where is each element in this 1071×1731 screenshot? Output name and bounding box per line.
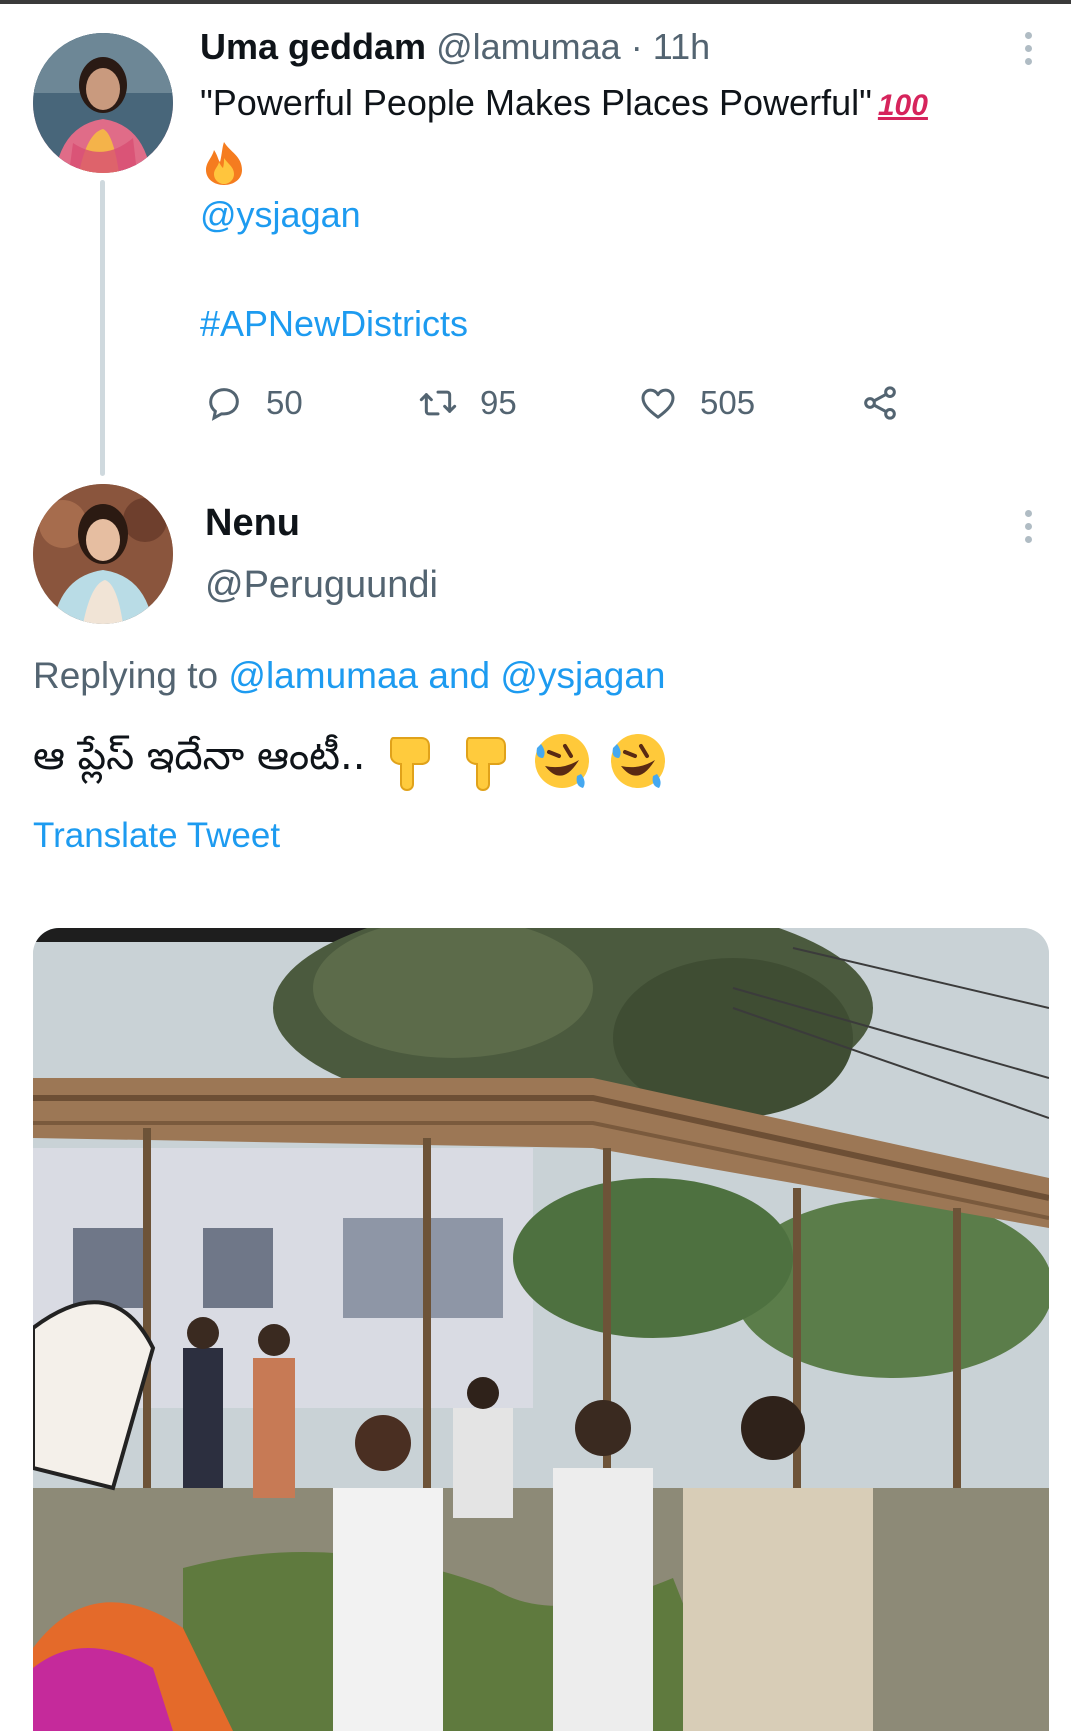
replying-mention-lamumaa[interactable]: @lamumaa [228, 655, 418, 696]
mention-link[interactable]: @ysjagan [200, 194, 361, 236]
top-border [0, 0, 1071, 4]
rolling-laughing-emoji-icon [531, 730, 593, 792]
like-button[interactable]: 505 [638, 378, 755, 428]
like-count: 505 [700, 384, 756, 421]
attached-photo[interactable] [33, 928, 1049, 1731]
author-name[interactable]: Uma geddam [200, 26, 426, 67]
tweet-text: "Powerful People Makes Places Powerful" 1… [200, 82, 928, 124]
tweet-header: Uma geddam @lamumaa · 11h [200, 26, 710, 68]
hashtag-link[interactable]: #APNewDistricts [200, 303, 468, 345]
replying-prefix: Replying to [33, 655, 219, 696]
retweet-button[interactable]: 95 [418, 378, 517, 428]
rolling-laughing-emoji-icon [607, 730, 669, 792]
replying-mention-ysjagan[interactable]: @ysjagan [500, 655, 665, 696]
reply-count: 50 [266, 384, 303, 421]
share-icon [864, 386, 896, 420]
tweet-quote: "Powerful People Makes Places Powerful" [200, 82, 872, 123]
avatar-nenu[interactable] [33, 484, 173, 624]
pointing-down-emoji-icon [379, 730, 441, 792]
reply-author-name[interactable]: Nenu [205, 502, 300, 545]
author-handle[interactable]: @lamumaa [436, 26, 621, 67]
reply-author-handle[interactable]: @Peruguundi [205, 564, 438, 607]
more-options-icon[interactable] [1022, 510, 1034, 550]
thread-connector-line [100, 180, 105, 476]
reply-icon [209, 388, 239, 421]
share-button[interactable] [860, 378, 900, 428]
more-options-icon[interactable] [1022, 32, 1034, 72]
reply-text: ఆ ప్లేస్ ఇదేనా ఆంటీ.. [33, 733, 366, 779]
fire-emoji-icon [200, 140, 248, 186]
translate-tweet-link[interactable]: Translate Tweet [33, 816, 280, 856]
hundred-points-emoji: 100 [877, 89, 928, 122]
reply-text-line: ఆ ప్లేస్ ఇదేనా ఆంటీ.. [33, 730, 669, 792]
avatar-uma-geddam[interactable] [33, 33, 173, 173]
replying-and: and [428, 655, 491, 696]
heart-icon [641, 388, 675, 419]
reply-button[interactable]: 50 [204, 378, 303, 428]
tweet-actions-bar: 50 95 505 [200, 378, 920, 428]
retweet-icon [419, 390, 457, 416]
pointing-down-emoji-icon [455, 730, 517, 792]
retweet-count: 95 [480, 384, 517, 421]
header-separator: · [630, 26, 643, 67]
tweet-timestamp[interactable]: 11h [653, 26, 710, 67]
replying-to-line: Replying to @lamumaa and @ysjagan [33, 655, 666, 697]
